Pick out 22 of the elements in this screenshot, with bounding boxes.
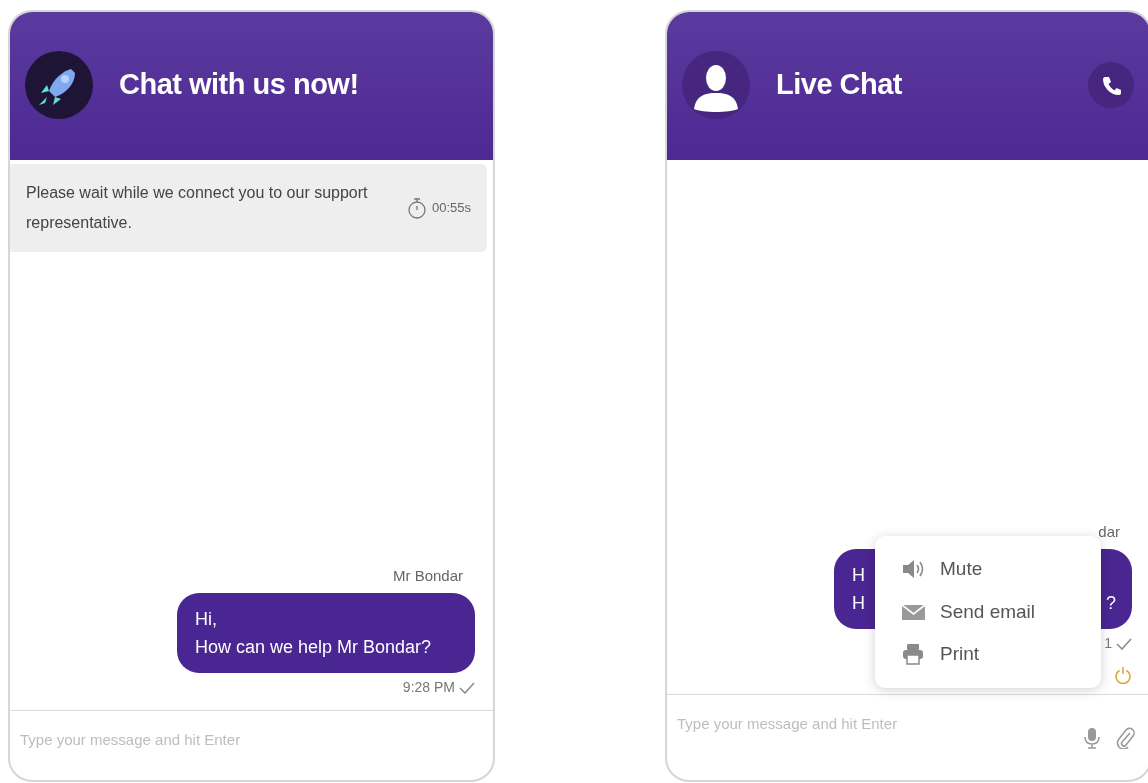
sender-name: dar — [1098, 521, 1120, 542]
message-input[interactable]: Type your message and hit Enter — [20, 729, 479, 752]
menu-item[interactable]: Mute — [875, 548, 1101, 591]
message-time: 9:28 PM — [402, 678, 455, 697]
phone-icon — [1101, 75, 1121, 95]
message-time: 1 — [1104, 634, 1112, 653]
timer-text: 00:55s — [431, 199, 471, 218]
message-input[interactable]: Type your message and hit Enter — [677, 713, 1068, 736]
phone-button[interactable] — [1088, 62, 1134, 108]
chat-title: Live Chat — [776, 67, 903, 103]
sender-name: Mr Bondar — [392, 565, 463, 586]
printer-icon — [901, 642, 926, 667]
paperclip-icon[interactable] — [1116, 727, 1136, 749]
rocket-logo-icon — [25, 51, 93, 119]
power-icon[interactable] — [1114, 666, 1132, 684]
microphone-icon[interactable] — [1084, 727, 1100, 749]
stopwatch-icon — [406, 197, 427, 219]
message-bubble: Hi, How can we help Mr Bondar? — [177, 593, 475, 673]
menu-item[interactable]: Print — [875, 633, 1101, 676]
chat-title: Chat with us now! — [119, 67, 359, 103]
person-avatar-icon — [682, 51, 750, 119]
notice-text: Please wait while we connect you to our support representative. — [26, 183, 369, 233]
